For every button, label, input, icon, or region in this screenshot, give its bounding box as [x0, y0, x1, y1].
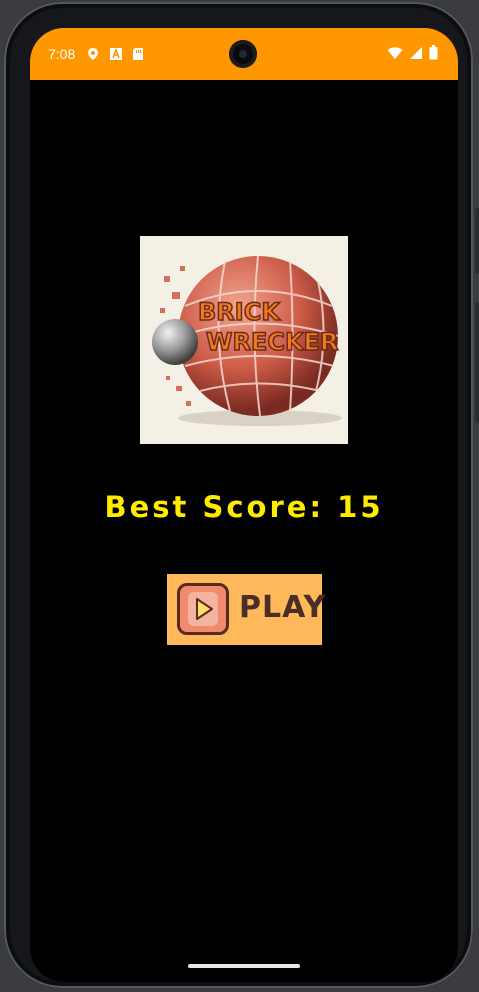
screen: 7:08 BRICK WRECKER Best Score: 15 PLAY — [30, 28, 458, 982]
play-button[interactable]: PLAY — [167, 574, 325, 645]
logo-word-wrecker: WRECKER — [206, 328, 338, 356]
sd-card-icon — [132, 46, 144, 65]
wifi-icon — [387, 45, 403, 64]
signal-icon — [409, 45, 423, 64]
brick-wrecker-logo: BRICK WRECKER — [140, 236, 348, 444]
logo-word-brick: BRICK — [198, 298, 281, 326]
best-score-label: Best Score: 15 — [104, 490, 384, 524]
power-button — [475, 208, 479, 274]
status-icons-right — [387, 45, 438, 64]
status-icons-left — [86, 46, 144, 65]
play-icon — [177, 583, 229, 635]
play-button-label: PLAY — [239, 590, 327, 625]
front-camera — [229, 40, 257, 68]
home-indicator[interactable] — [188, 964, 300, 968]
status-bar: 7:08 — [30, 28, 458, 80]
a-icon — [109, 46, 123, 65]
status-time: 7:08 — [48, 46, 76, 62]
battery-icon — [429, 45, 438, 64]
volume-buttons — [475, 302, 479, 422]
phone-frame: 7:08 BRICK WRECKER Best Score: 15 PLAY — [4, 2, 479, 988]
location-icon — [86, 46, 100, 65]
